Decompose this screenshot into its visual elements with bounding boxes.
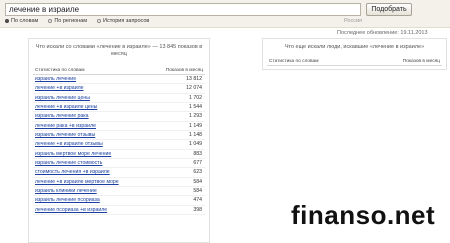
impressions-count: 12 074 (186, 85, 202, 92)
table-row: израиль мертвое море лечение 883 (33, 150, 205, 160)
divider (267, 65, 442, 66)
keyword-link[interactable]: стоимость лечения +в израиле (35, 169, 110, 176)
keyword-link[interactable]: лечение +в израиле (35, 85, 84, 92)
keyword-link[interactable]: израиль лечение рака (35, 113, 89, 120)
panel-title: Что искали со словами «лечение в израиле… (35, 44, 203, 57)
search-mode-label: История запросов (103, 18, 150, 24)
radio-icon[interactable] (48, 19, 53, 23)
keyword-link[interactable]: израиль лечение отзывы (35, 132, 95, 139)
table-row: лечение +в израиле мертвое море 584 (33, 178, 205, 188)
keyword-link[interactable]: израиль мертвое море лечение (35, 151, 111, 158)
table-row: израиль лечение псориаза 474 (33, 196, 205, 206)
keyword-link[interactable]: лечение +в израиле цены (35, 104, 97, 111)
search-mode-label: По регионам (54, 18, 88, 24)
table-row: израиль лечение рака 1 293 (33, 112, 205, 122)
table-row: лечение рака +в израиле 1 149 (33, 122, 205, 132)
impressions-count: 584 (193, 188, 202, 195)
table-row: израиль лечение отзывы 1 148 (33, 131, 205, 141)
impressions-count: 474 (193, 197, 202, 204)
keyword-list: израиль лечение 13 812 лечение +в израиле 1… (33, 75, 205, 216)
impressions-count: 883 (193, 150, 202, 157)
table-row: стоимость лечения +в израиле 623 (33, 168, 205, 178)
radio-icon[interactable] (97, 19, 102, 23)
search-mode-option[interactable]: По регионам (48, 17, 87, 25)
keyword-link[interactable]: израиль лечение стоимость (35, 160, 102, 167)
table-row: израиль лечение 13 812 (33, 75, 205, 85)
keyword-stats-panel: Что искали со словами «лечение в израиле… (28, 38, 210, 243)
table-row: лечение +в израиле 12 074 (33, 84, 205, 94)
keyword-link[interactable]: израиль лечение (35, 76, 76, 83)
search-mode-label: По словам (11, 18, 39, 24)
search-bar: лечение в израиле Подобрать По словам По … (0, 0, 450, 28)
table-row: израиль клиники лечение 584 (33, 187, 205, 197)
impressions-count: 1 544 (189, 104, 202, 111)
submit-button[interactable]: Подобрать (366, 3, 412, 16)
related-queries-panel: Что еще искали люди, искавшие «лечение в… (262, 38, 447, 70)
impressions-count: 1 148 (189, 132, 202, 139)
impressions-count: 398 (193, 206, 202, 213)
search-mode-option[interactable]: По словам (5, 17, 38, 25)
table-row: израиль лечение стоимость 677 (33, 159, 205, 169)
search-mode-options: По словам По регионам История запросов (5, 17, 149, 25)
keyword-link[interactable]: лечение +в израиле мертвое море (35, 179, 119, 186)
impressions-count: 584 (193, 178, 202, 185)
impressions-count: 1 293 (189, 113, 202, 120)
impressions-count: 1 049 (189, 141, 202, 148)
table-row: израиль лечение цены 1 702 (33, 94, 205, 104)
impressions-count: 1 702 (189, 94, 202, 101)
impressions-count: 677 (193, 160, 202, 167)
keyword-link[interactable]: израиль клиники лечение (35, 188, 97, 195)
watermark-logo: finanso.net (291, 200, 436, 230)
impressions-count: 623 (193, 169, 202, 176)
search-input[interactable]: лечение в израиле (5, 3, 361, 16)
impressions-count: 13 812 (186, 76, 202, 82)
table-row: лечение +в израиле цены 1 544 (33, 103, 205, 113)
panel-title: Что еще искали люди, искавшие «лечение в… (284, 44, 425, 50)
table-row: лечение псориаза +в израиле 398 (33, 206, 205, 216)
keyword-link[interactable]: лечение псориаза +в израиле (35, 207, 107, 214)
impressions-count: 1 149 (189, 122, 202, 129)
keyword-link[interactable]: израиль лечение псориаза (35, 197, 100, 204)
keyword-link[interactable]: лечение +в израиле отзывы (35, 141, 103, 148)
table-row: лечение +в израиле отзывы 1 049 (33, 140, 205, 150)
last-updated-text: Последнее обновление: 19.11.2013 (337, 30, 428, 36)
radio-icon[interactable] (5, 19, 9, 23)
keyword-link[interactable]: израиль лечение цены (35, 95, 90, 102)
region-selector[interactable]: Россия (344, 17, 362, 25)
keyword-link[interactable]: лечение рака +в израиле (35, 123, 96, 130)
search-mode-option[interactable]: История запросов (97, 17, 149, 25)
